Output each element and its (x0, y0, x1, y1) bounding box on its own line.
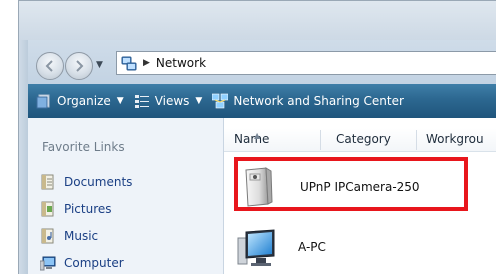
column-header-name[interactable]: ▲ Name (234, 131, 270, 146)
list-item-a-pc[interactable]: A-PC (236, 226, 326, 268)
column-divider[interactable] (416, 130, 417, 150)
chevron-down-icon: ▼ (116, 96, 124, 106)
column-headers: ▲ Name Category Workgrou (224, 128, 496, 152)
favorite-links-list: Documents Pictures Music Computer (40, 168, 132, 274)
favorite-links-heading: Favorite Links (42, 140, 125, 154)
recent-pages-dropdown[interactable]: ▼ (96, 60, 103, 70)
explorer-window: ▼ ▶ Network Organize ▼ Views ▼ Network a… (0, 0, 496, 274)
breadcrumb-network[interactable]: Network (156, 56, 206, 70)
window-chrome (18, 0, 496, 40)
organize-icon (36, 94, 50, 109)
pc-icon (237, 229, 275, 266)
network-sharing-icon (212, 93, 229, 109)
window-border (18, 40, 28, 274)
command-bar: Organize ▼ Views ▼ Network and Sharing C… (28, 84, 496, 118)
highlight-annotation (234, 157, 468, 211)
sidebar-item-documents[interactable]: Documents (40, 168, 132, 195)
address-row: ▼ ▶ Network (28, 40, 496, 84)
forward-arrow-icon (76, 60, 84, 72)
music-icon (41, 228, 54, 243)
back-arrow-icon (45, 60, 53, 72)
views-label: Views (154, 94, 190, 108)
sidebar-item-computer[interactable]: Computer (40, 249, 132, 274)
breadcrumb-separator-icon[interactable]: ▶ (143, 58, 150, 68)
views-icon (134, 95, 149, 108)
forward-button[interactable] (65, 52, 93, 80)
pictures-icon (41, 201, 54, 216)
sidebar-item-pictures[interactable]: Pictures (40, 195, 132, 222)
column-header-label: Name (234, 132, 270, 146)
organize-label: Organize (57, 94, 111, 108)
column-header-workgroup[interactable]: Workgrou (426, 132, 484, 146)
sidebar-item-label: Music (64, 228, 99, 243)
navigation-pane: Favorite Links Documents Pictures Music … (28, 118, 224, 274)
back-button[interactable] (36, 52, 64, 80)
documents-icon (41, 174, 54, 189)
sidebar-item-label: Computer (64, 255, 124, 270)
network-sharing-center-button[interactable]: Network and Sharing Center (212, 93, 404, 109)
sidebar-item-label: Documents (64, 174, 133, 189)
column-divider[interactable] (320, 130, 321, 150)
item-label: A-PC (298, 240, 326, 254)
network-icon (121, 56, 137, 71)
network-sharing-label: Network and Sharing Center (233, 94, 404, 108)
views-button[interactable]: Views ▼ (134, 93, 203, 109)
column-header-category[interactable]: Category (336, 132, 391, 146)
computer-icon (40, 256, 56, 270)
sidebar-item-music[interactable]: Music (40, 222, 132, 249)
sidebar-item-label: Pictures (64, 201, 112, 216)
address-bar[interactable]: ▶ Network (116, 51, 496, 75)
organize-button[interactable]: Organize ▼ (36, 93, 124, 109)
chevron-down-icon: ▼ (195, 96, 203, 106)
sort-ascending-icon: ▲ (254, 131, 261, 140)
